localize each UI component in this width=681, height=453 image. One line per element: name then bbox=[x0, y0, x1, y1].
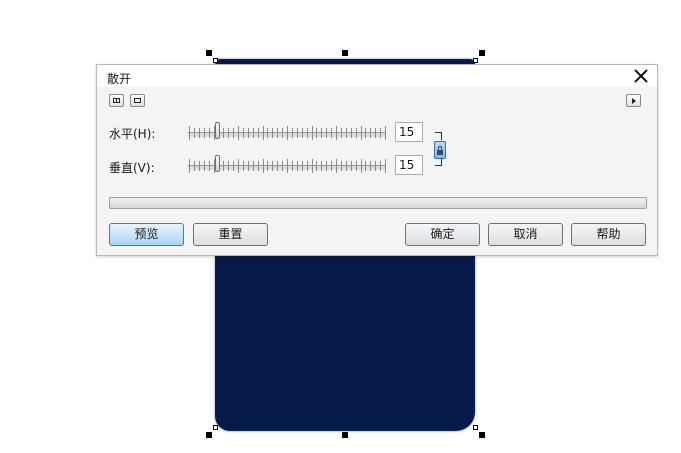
slider-thumb[interactable] bbox=[215, 155, 220, 172]
selection-handle-top-right[interactable] bbox=[479, 50, 485, 56]
close-icon[interactable] bbox=[633, 67, 649, 85]
selection-handle-bottom-center[interactable] bbox=[342, 432, 348, 438]
spread-dialog: 散开 水平(H): 15 垂直(V): 15 预览 重置 确定 取消 帮助 bbox=[96, 64, 658, 256]
vertical-value-input[interactable]: 15 bbox=[395, 155, 423, 175]
expand-panel-button[interactable] bbox=[626, 94, 641, 107]
preview-single-view-button[interactable] bbox=[130, 94, 145, 107]
horizontal-slider[interactable] bbox=[188, 122, 386, 144]
selection-handle-bottom-right[interactable] bbox=[479, 432, 485, 438]
lock-icon-body bbox=[437, 150, 443, 155]
vertical-label: 垂直(V): bbox=[109, 161, 155, 175]
slider-thumb[interactable] bbox=[215, 122, 220, 139]
selection-handle-bottom-left[interactable] bbox=[206, 432, 212, 438]
vertical-slider[interactable] bbox=[188, 155, 386, 177]
corner-node-top-right[interactable] bbox=[473, 58, 478, 63]
lock-ratio-button[interactable] bbox=[434, 141, 446, 159]
horizontal-value-input[interactable]: 15 bbox=[395, 122, 423, 142]
preview-split-view-button[interactable] bbox=[109, 94, 124, 107]
corner-node-bottom-right[interactable] bbox=[473, 425, 478, 430]
selection-handle-top-center[interactable] bbox=[342, 50, 348, 56]
progress-bar bbox=[109, 197, 647, 209]
play-arrow-icon bbox=[632, 98, 636, 104]
preview-button[interactable]: 预览 bbox=[109, 223, 184, 246]
link-bracket-top bbox=[435, 132, 442, 140]
single-view-icon bbox=[134, 98, 141, 103]
selection-handle-top-left[interactable] bbox=[206, 50, 212, 56]
dialog-titlebar: 散开 bbox=[97, 65, 657, 87]
corner-node-bottom-left[interactable] bbox=[213, 425, 218, 430]
corner-node-top-left[interactable] bbox=[213, 58, 218, 63]
horizontal-label: 水平(H): bbox=[109, 127, 156, 141]
split-view-icon bbox=[113, 98, 120, 103]
help-button[interactable]: 帮助 bbox=[571, 223, 646, 246]
reset-button[interactable]: 重置 bbox=[193, 223, 268, 246]
cancel-button[interactable]: 取消 bbox=[488, 223, 563, 246]
link-bracket-bottom bbox=[435, 158, 442, 166]
ok-button[interactable]: 确定 bbox=[405, 223, 480, 246]
dialog-title: 散开 bbox=[107, 72, 132, 86]
